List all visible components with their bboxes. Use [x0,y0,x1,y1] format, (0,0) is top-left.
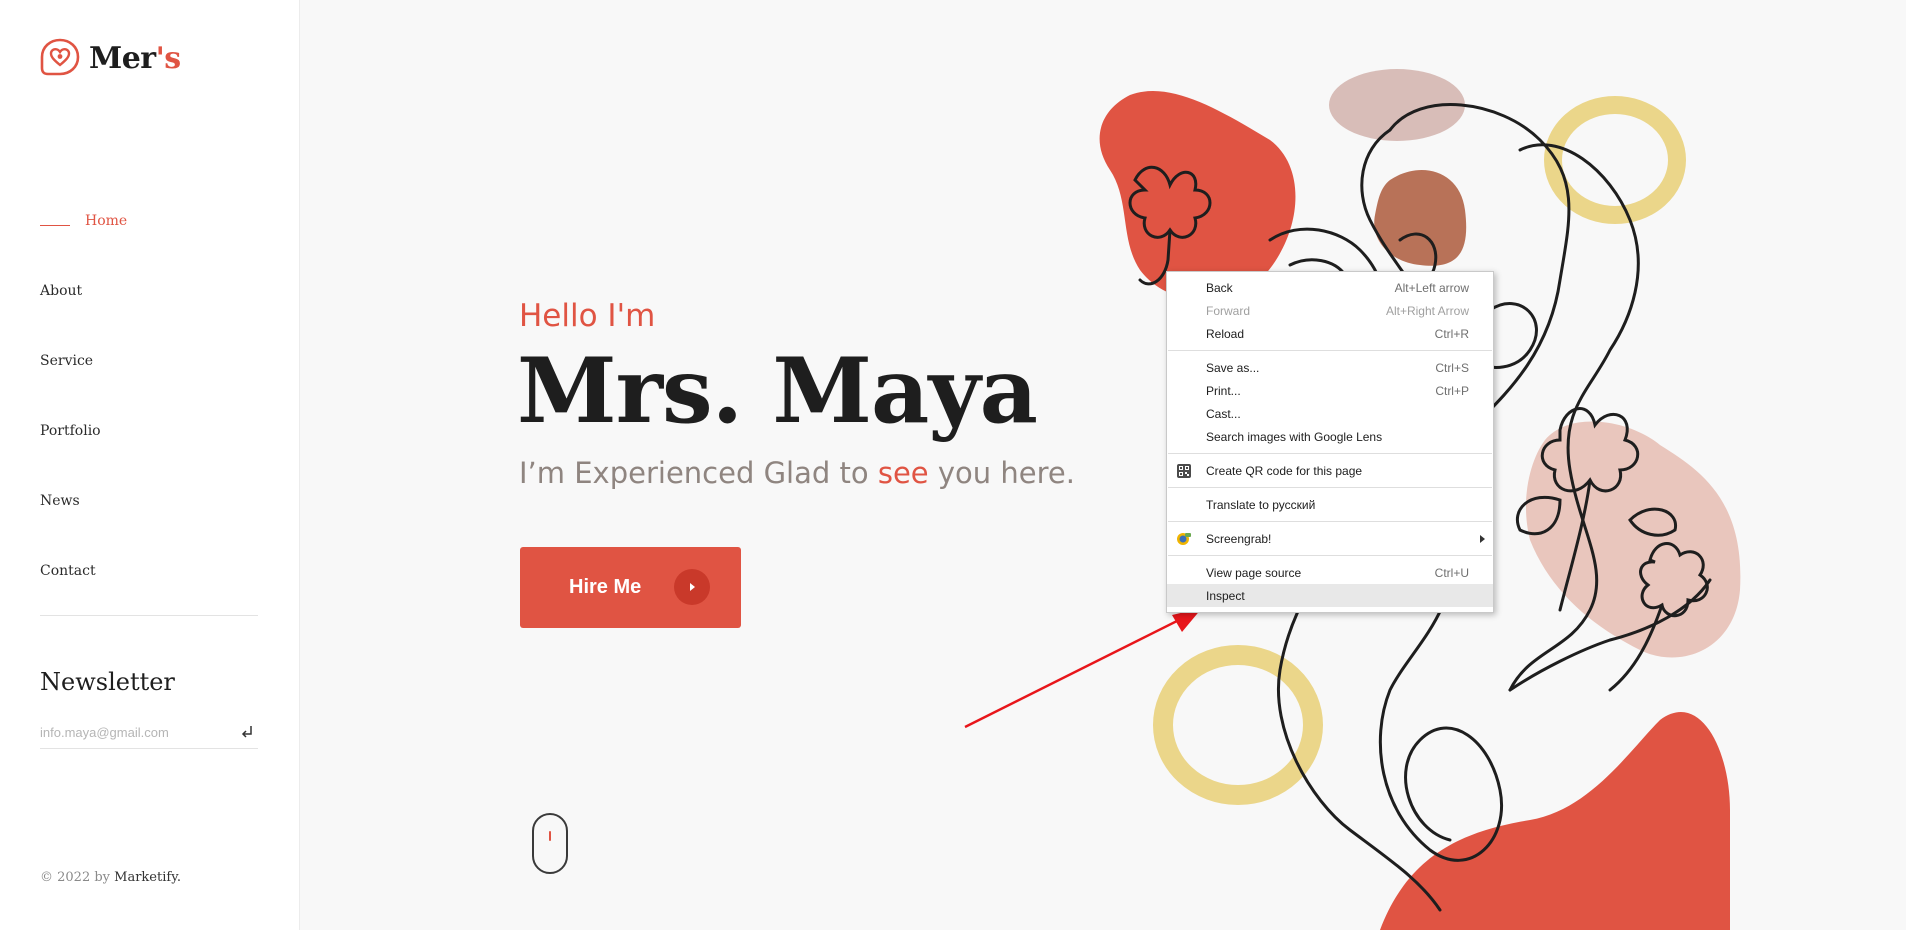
menu-separator [1168,487,1492,488]
menu-item-google-lens[interactable]: Search images with Google Lens [1167,425,1493,448]
main-nav: Home About Service Portfolio News Contac… [40,186,127,606]
menu-item-create-qr[interactable]: Create QR code for this page [1167,459,1493,482]
hero-name: Mrs. Maya [517,338,1038,444]
sidebar: Mer's Home About Service Portfolio News … [0,0,300,930]
scroll-mouse-icon[interactable] [532,813,568,874]
nav-item-home[interactable]: Home [40,186,127,256]
hero-tagline: I’m Experienced Glad to see you here. [519,456,1075,490]
menu-item-translate[interactable]: Translate to русский [1167,493,1493,516]
hire-me-label: Hire Me [569,576,642,598]
menu-separator [1168,521,1492,522]
blob-pink [1525,421,1741,658]
blob-red-bottom [1380,712,1730,930]
ring-yellow-top [1544,96,1686,224]
menu-item-reload[interactable]: Reload Ctrl+R [1167,322,1493,345]
nav-item-about[interactable]: About [40,256,127,326]
logo[interactable]: Mer's [40,38,181,78]
nav-item-contact[interactable]: Contact [40,536,127,606]
logo-text: Mer's [89,40,181,76]
screengrab-icon [1177,533,1191,545]
blob-red-left [1099,91,1296,300]
menu-item-screengrab[interactable]: Screengrab! [1167,527,1493,550]
menu-item-print[interactable]: Print... Ctrl+P [1167,379,1493,402]
menu-item-view-source[interactable]: View page source Ctrl+U [1167,561,1493,584]
menu-item-save-as[interactable]: Save as... Ctrl+S [1167,356,1493,379]
nav-item-portfolio[interactable]: Portfolio [40,396,127,466]
newsletter-title: Newsletter [40,668,175,696]
copyright: © 2022 by Marketify. [40,870,181,885]
enter-arrow-icon[interactable] [238,723,256,741]
tagline-highlight: see [877,456,929,490]
sidebar-divider [40,615,258,616]
menu-item-forward[interactable]: Forward Alt+Right Arrow [1167,299,1493,322]
menu-item-inspect[interactable]: Inspect [1167,584,1493,607]
browser-context-menu: Back Alt+Left arrow Forward Alt+Right Arro… [1166,271,1494,613]
menu-item-cast[interactable]: Cast... [1167,402,1493,425]
menu-separator [1168,555,1492,556]
nav-item-service[interactable]: Service [40,326,127,396]
menu-separator [1168,453,1492,454]
newsletter-form [40,716,258,749]
copyright-company-link[interactable]: Marketify. [114,870,181,885]
active-indicator-line [40,224,70,226]
hire-me-button[interactable]: Hire Me [520,547,741,628]
nav-item-news[interactable]: News [40,466,127,536]
mouse-wheel [549,831,551,841]
menu-separator [1168,350,1492,351]
hero-greeting: Hello I'm [519,298,656,334]
qr-code-icon [1177,464,1191,478]
play-icon [674,569,710,605]
menu-item-back[interactable]: Back Alt+Left arrow [1167,276,1493,299]
newsletter-email-input[interactable] [40,724,238,740]
submenu-arrow-icon [1480,535,1485,543]
heart-logo-icon [40,38,80,76]
